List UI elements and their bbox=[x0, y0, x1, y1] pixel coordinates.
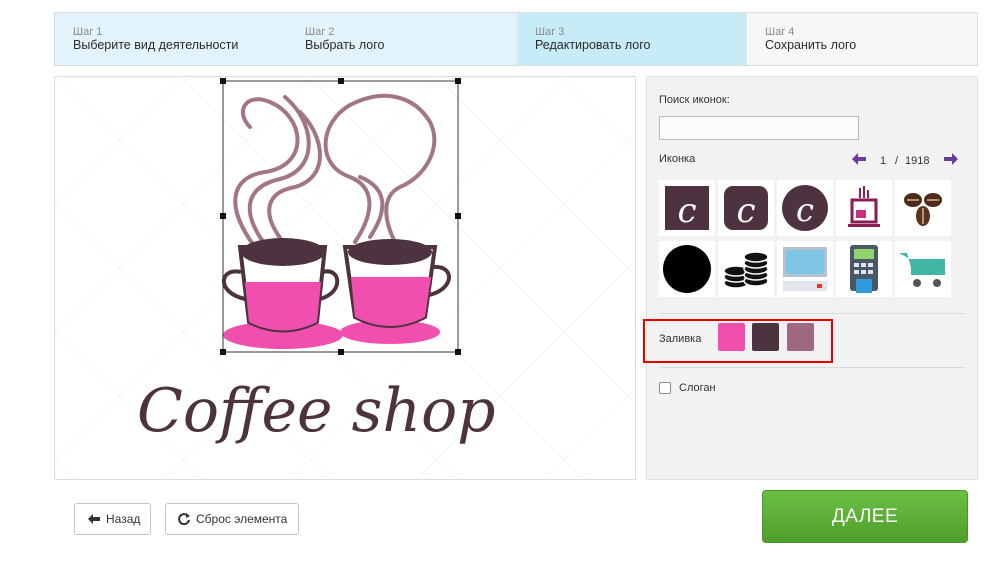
prev-page-icon[interactable] bbox=[852, 153, 866, 165]
logo-text[interactable]: Coffee shop bbox=[137, 376, 496, 446]
refresh-icon bbox=[178, 513, 190, 525]
letter-c-square-icon[interactable]: c bbox=[659, 180, 715, 236]
step-title: Сохранить лого bbox=[765, 38, 857, 52]
fill-color-mauve[interactable] bbox=[787, 323, 814, 351]
next-page-icon[interactable] bbox=[944, 153, 958, 165]
next-button[interactable]: ДАЛЕЕ bbox=[762, 490, 968, 543]
reset-element-button[interactable]: Сброс элемента bbox=[165, 503, 299, 535]
step-number: Шаг 2 bbox=[305, 26, 335, 38]
slogan-checkbox[interactable] bbox=[659, 382, 671, 394]
icon-label: Иконка bbox=[659, 153, 696, 165]
back-button[interactable]: Назад bbox=[74, 503, 151, 535]
panel-divider bbox=[659, 313, 965, 314]
reset-button-label: Сброс элемента bbox=[196, 512, 288, 526]
canvas-artwork: Coffee shop bbox=[55, 77, 635, 479]
back-button-label: Назад bbox=[106, 512, 141, 526]
shopping-cart-icon[interactable] bbox=[895, 241, 951, 297]
edit-panel: Поиск иконок: Иконка 1 / 1918 c c c Зали… bbox=[643, 76, 978, 480]
step-3[interactable]: Шаг 3 Редактировать лого bbox=[517, 13, 763, 65]
payment-terminal-icon[interactable] bbox=[836, 241, 892, 297]
step-title: Выберите вид деятельности bbox=[73, 38, 239, 52]
icon-search-input[interactable] bbox=[659, 116, 859, 140]
step-number: Шаг 1 bbox=[73, 26, 103, 38]
total-pages: 1918 bbox=[905, 155, 930, 167]
panel-divider bbox=[659, 367, 965, 368]
step-1[interactable]: Шаг 1 Выберите вид деятельности bbox=[55, 13, 303, 65]
svg-text:c: c bbox=[677, 191, 696, 231]
slogan-label: Слоган bbox=[679, 382, 716, 394]
letter-c-circle-icon[interactable]: c bbox=[777, 180, 833, 236]
search-label: Поиск иконок: bbox=[659, 94, 730, 106]
page-separator: / bbox=[895, 155, 899, 167]
logo-canvas[interactable]: Coffee shop bbox=[54, 76, 636, 480]
coffee-beans-icon[interactable] bbox=[895, 180, 951, 236]
coins-stack-icon[interactable] bbox=[718, 241, 774, 297]
fill-color-pink[interactable] bbox=[718, 323, 745, 351]
step-title: Выбрать лого bbox=[305, 38, 385, 52]
next-button-label: ДАЛЕЕ bbox=[831, 505, 899, 527]
step-number: Шаг 4 bbox=[765, 26, 795, 38]
step-2[interactable]: Шаг 2 Выбрать лого bbox=[287, 13, 533, 65]
step-title: Редактировать лого bbox=[535, 38, 651, 52]
fill-label: Заливка bbox=[659, 333, 702, 345]
step-4[interactable]: Шаг 4 Сохранить лого bbox=[747, 13, 977, 65]
current-page: 1 bbox=[880, 155, 887, 167]
svg-text:c: c bbox=[736, 191, 755, 231]
coffee-machine-icon[interactable] bbox=[836, 180, 892, 236]
wizard-steps: Шаг 1 Выберите вид деятельности Шаг 2 Вы… bbox=[54, 12, 978, 66]
black-circle-icon[interactable] bbox=[659, 241, 715, 297]
step-number: Шаг 3 bbox=[535, 26, 565, 38]
fill-color-dark[interactable] bbox=[752, 323, 779, 351]
icon-results: c c c bbox=[659, 180, 953, 298]
computer-monitor-icon[interactable] bbox=[777, 241, 833, 297]
letter-c-rounded-icon[interactable]: c bbox=[718, 180, 774, 236]
svg-text:c: c bbox=[796, 191, 814, 229]
arrow-left-icon bbox=[88, 514, 100, 524]
